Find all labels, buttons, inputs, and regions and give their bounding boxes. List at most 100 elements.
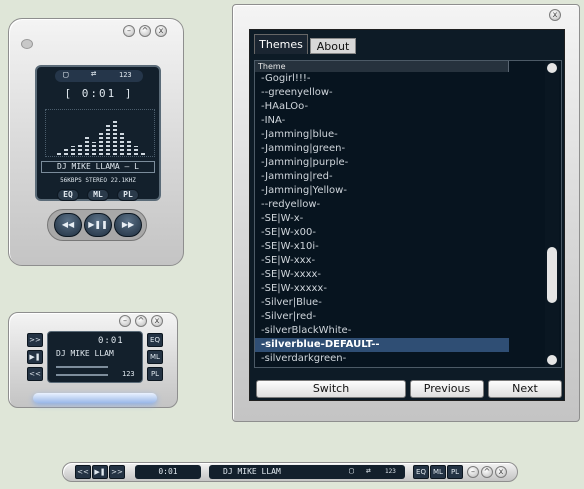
volume-label: 123 xyxy=(119,71,132,79)
ml-button[interactable]: ML xyxy=(87,189,109,201)
mini-close-button[interactable]: x xyxy=(151,315,163,327)
theme-list-item[interactable]: -INA- xyxy=(255,114,509,128)
taskbar-shuffle-icon[interactable]: ▢ xyxy=(349,466,354,475)
mini-lcd: 0:01 DJ MIKE LLAM 123 xyxy=(47,331,143,383)
theme-list-item[interactable]: -SE|W-xxx- xyxy=(255,254,509,268)
spectrum-bar xyxy=(127,140,131,155)
spectrum-bar xyxy=(120,133,124,155)
theme-list-item[interactable]: -silverdarkpurplepink- xyxy=(255,366,509,367)
spectrum-bar xyxy=(106,124,110,155)
theme-scrollbar[interactable] xyxy=(545,61,559,367)
restore-button[interactable]: ^ xyxy=(139,25,151,37)
theme-list-item[interactable]: -SE|W-xxxxx- xyxy=(255,282,509,296)
taskbar-time: 0:01 xyxy=(135,465,201,479)
theme-list-item[interactable]: --redyellow- xyxy=(255,198,509,212)
theme-list: Theme -Gogirl!!!- --greenyellow- -HAaLOo- -… xyxy=(254,60,562,368)
scroll-up-arrow-icon[interactable] xyxy=(547,63,557,73)
taskbar-volume-label: 123 xyxy=(385,468,396,475)
mini-volume-bar[interactable] xyxy=(56,374,108,376)
mini-prev-button[interactable]: << xyxy=(27,367,43,381)
pl-button[interactable]: PL xyxy=(117,189,139,201)
theme-list-item[interactable]: -Jamming|blue- xyxy=(255,128,509,142)
spectrum-bar xyxy=(64,148,68,155)
theme-list-item[interactable]: -SE|W-x- xyxy=(255,212,509,226)
time-value: 0:01 xyxy=(81,87,117,100)
theme-list-item[interactable]: -Silver|Blue- xyxy=(255,296,509,310)
spectrum-bar xyxy=(92,142,96,155)
mini-restore-button[interactable]: ^ xyxy=(135,315,147,327)
switch-button[interactable]: Switch xyxy=(256,380,406,398)
theme-list-item[interactable]: -Silver|red- xyxy=(255,310,509,324)
mini-track-title: DJ MIKE LLAM xyxy=(56,349,114,358)
close-button[interactable]: x xyxy=(155,25,167,37)
taskbar-close-button[interactable]: x xyxy=(495,466,507,478)
theme-list-item[interactable]: -silverdarkgreen- xyxy=(255,352,509,366)
theme-items: -Gogirl!!!- --greenyellow- -HAaLOo- -INA- -J… xyxy=(255,72,509,367)
lcd-top-bar: ▢ ⇄ 123 xyxy=(55,69,143,82)
mini-pl-button[interactable]: PL xyxy=(147,367,163,381)
scroll-thumb[interactable] xyxy=(547,247,557,303)
mini-eq-button[interactable]: EQ xyxy=(147,333,163,347)
taskbar-prev-button[interactable]: << xyxy=(75,465,91,479)
theme-window: x Themes About Theme -Gogirl!!!- --greeny… xyxy=(232,4,580,422)
taskbar-track-display: DJ MIKE LLAM ▢ ⇄ 123 xyxy=(209,465,405,479)
stream-info: 56KBPS STEREO 22.1KHZ xyxy=(60,177,136,184)
play-pause-button[interactable]: ▶❚❚ xyxy=(84,213,112,237)
mini-minimize-button[interactable]: – xyxy=(119,315,131,327)
column-header: Theme xyxy=(255,61,509,72)
track-title: DJ MIKE LLAMA – L xyxy=(41,161,155,173)
mini-ml-button[interactable]: ML xyxy=(147,350,163,364)
theme-list-item[interactable]: -HAaLOo- xyxy=(255,100,509,114)
theme-list-item[interactable]: -silverblue-DEFAULT-- xyxy=(255,338,509,352)
scroll-down-arrow-icon[interactable] xyxy=(547,355,557,365)
column-header-label: Theme xyxy=(258,62,286,71)
spectrum-bar xyxy=(71,146,75,155)
spectrum-bar xyxy=(134,146,138,155)
tab-about[interactable]: About xyxy=(310,38,356,54)
theme-panel: Themes About Theme -Gogirl!!!- --greenyel… xyxy=(249,29,565,401)
taskbar-play-button[interactable]: ▶❚ xyxy=(92,465,108,479)
mini-player: – ^ x >> ▶❚ << 0:01 DJ MIKE LLAM 123 EQ … xyxy=(8,312,178,408)
spectrum-bar xyxy=(141,151,145,155)
theme-list-item[interactable]: -SE|W-x10i- xyxy=(255,240,509,254)
theme-list-item[interactable]: -Jamming|red- xyxy=(255,170,509,184)
spectrum-visualizer xyxy=(45,109,155,157)
next-theme-button[interactable]: Next xyxy=(488,380,562,398)
taskbar-track-title: DJ MIKE LLAM xyxy=(223,467,281,476)
theme-list-item[interactable]: -Gogirl!!!- xyxy=(255,72,509,86)
taskbar-minimize-button[interactable]: – xyxy=(467,466,479,478)
theme-list-item[interactable]: -Jamming|Yellow- xyxy=(255,184,509,198)
theme-list-item[interactable]: --greenyellow- xyxy=(255,86,509,100)
spectrum-bar xyxy=(85,137,89,155)
theme-list-item[interactable]: -silverBlackWhite- xyxy=(255,324,509,338)
theme-list-item[interactable]: -SE|W-xxxx- xyxy=(255,268,509,282)
mini-play-button[interactable]: ▶❚ xyxy=(27,350,43,364)
repeat-icon[interactable]: ⇄ xyxy=(91,69,96,79)
time-display: [ 0:01 ] xyxy=(64,87,134,100)
theme-list-item[interactable]: -Jamming|green- xyxy=(255,142,509,156)
theme-list-item[interactable]: -Jamming|purple- xyxy=(255,156,509,170)
spectrum-bar xyxy=(78,144,82,155)
mini-glow-bar xyxy=(33,393,157,403)
eq-button[interactable]: EQ xyxy=(57,189,79,201)
mini-volume-label: 123 xyxy=(122,370,135,378)
next-button[interactable]: ▶▶ xyxy=(114,213,142,237)
tab-themes[interactable]: Themes xyxy=(254,34,308,54)
mini-next-button[interactable]: >> xyxy=(27,333,43,347)
taskbar-pl-button[interactable]: PL xyxy=(447,465,463,479)
player-logo-icon xyxy=(21,39,33,49)
mini-time: 0:01 xyxy=(98,336,124,346)
theme-list-item[interactable]: -SE|W-x00- xyxy=(255,226,509,240)
taskbar-restore-button[interactable]: ^ xyxy=(481,466,493,478)
taskbar-next-button[interactable]: >> xyxy=(109,465,125,479)
taskbar-repeat-icon[interactable]: ⇄ xyxy=(366,466,371,475)
previous-button[interactable]: ◀◀ xyxy=(54,213,82,237)
taskbar-ml-button[interactable]: ML xyxy=(430,465,446,479)
theme-close-button[interactable]: x xyxy=(549,9,561,21)
taskbar-eq-button[interactable]: EQ xyxy=(413,465,429,479)
main-lcd: ▢ ⇄ 123 [ 0:01 ] DJ MIKE LLAMA – L 56KBP… xyxy=(35,65,161,201)
mini-seek-bar[interactable] xyxy=(56,366,108,368)
previous-theme-button[interactable]: Previous xyxy=(410,380,484,398)
minimize-button[interactable]: – xyxy=(123,25,135,37)
shuffle-icon[interactable]: ▢ xyxy=(63,70,68,80)
